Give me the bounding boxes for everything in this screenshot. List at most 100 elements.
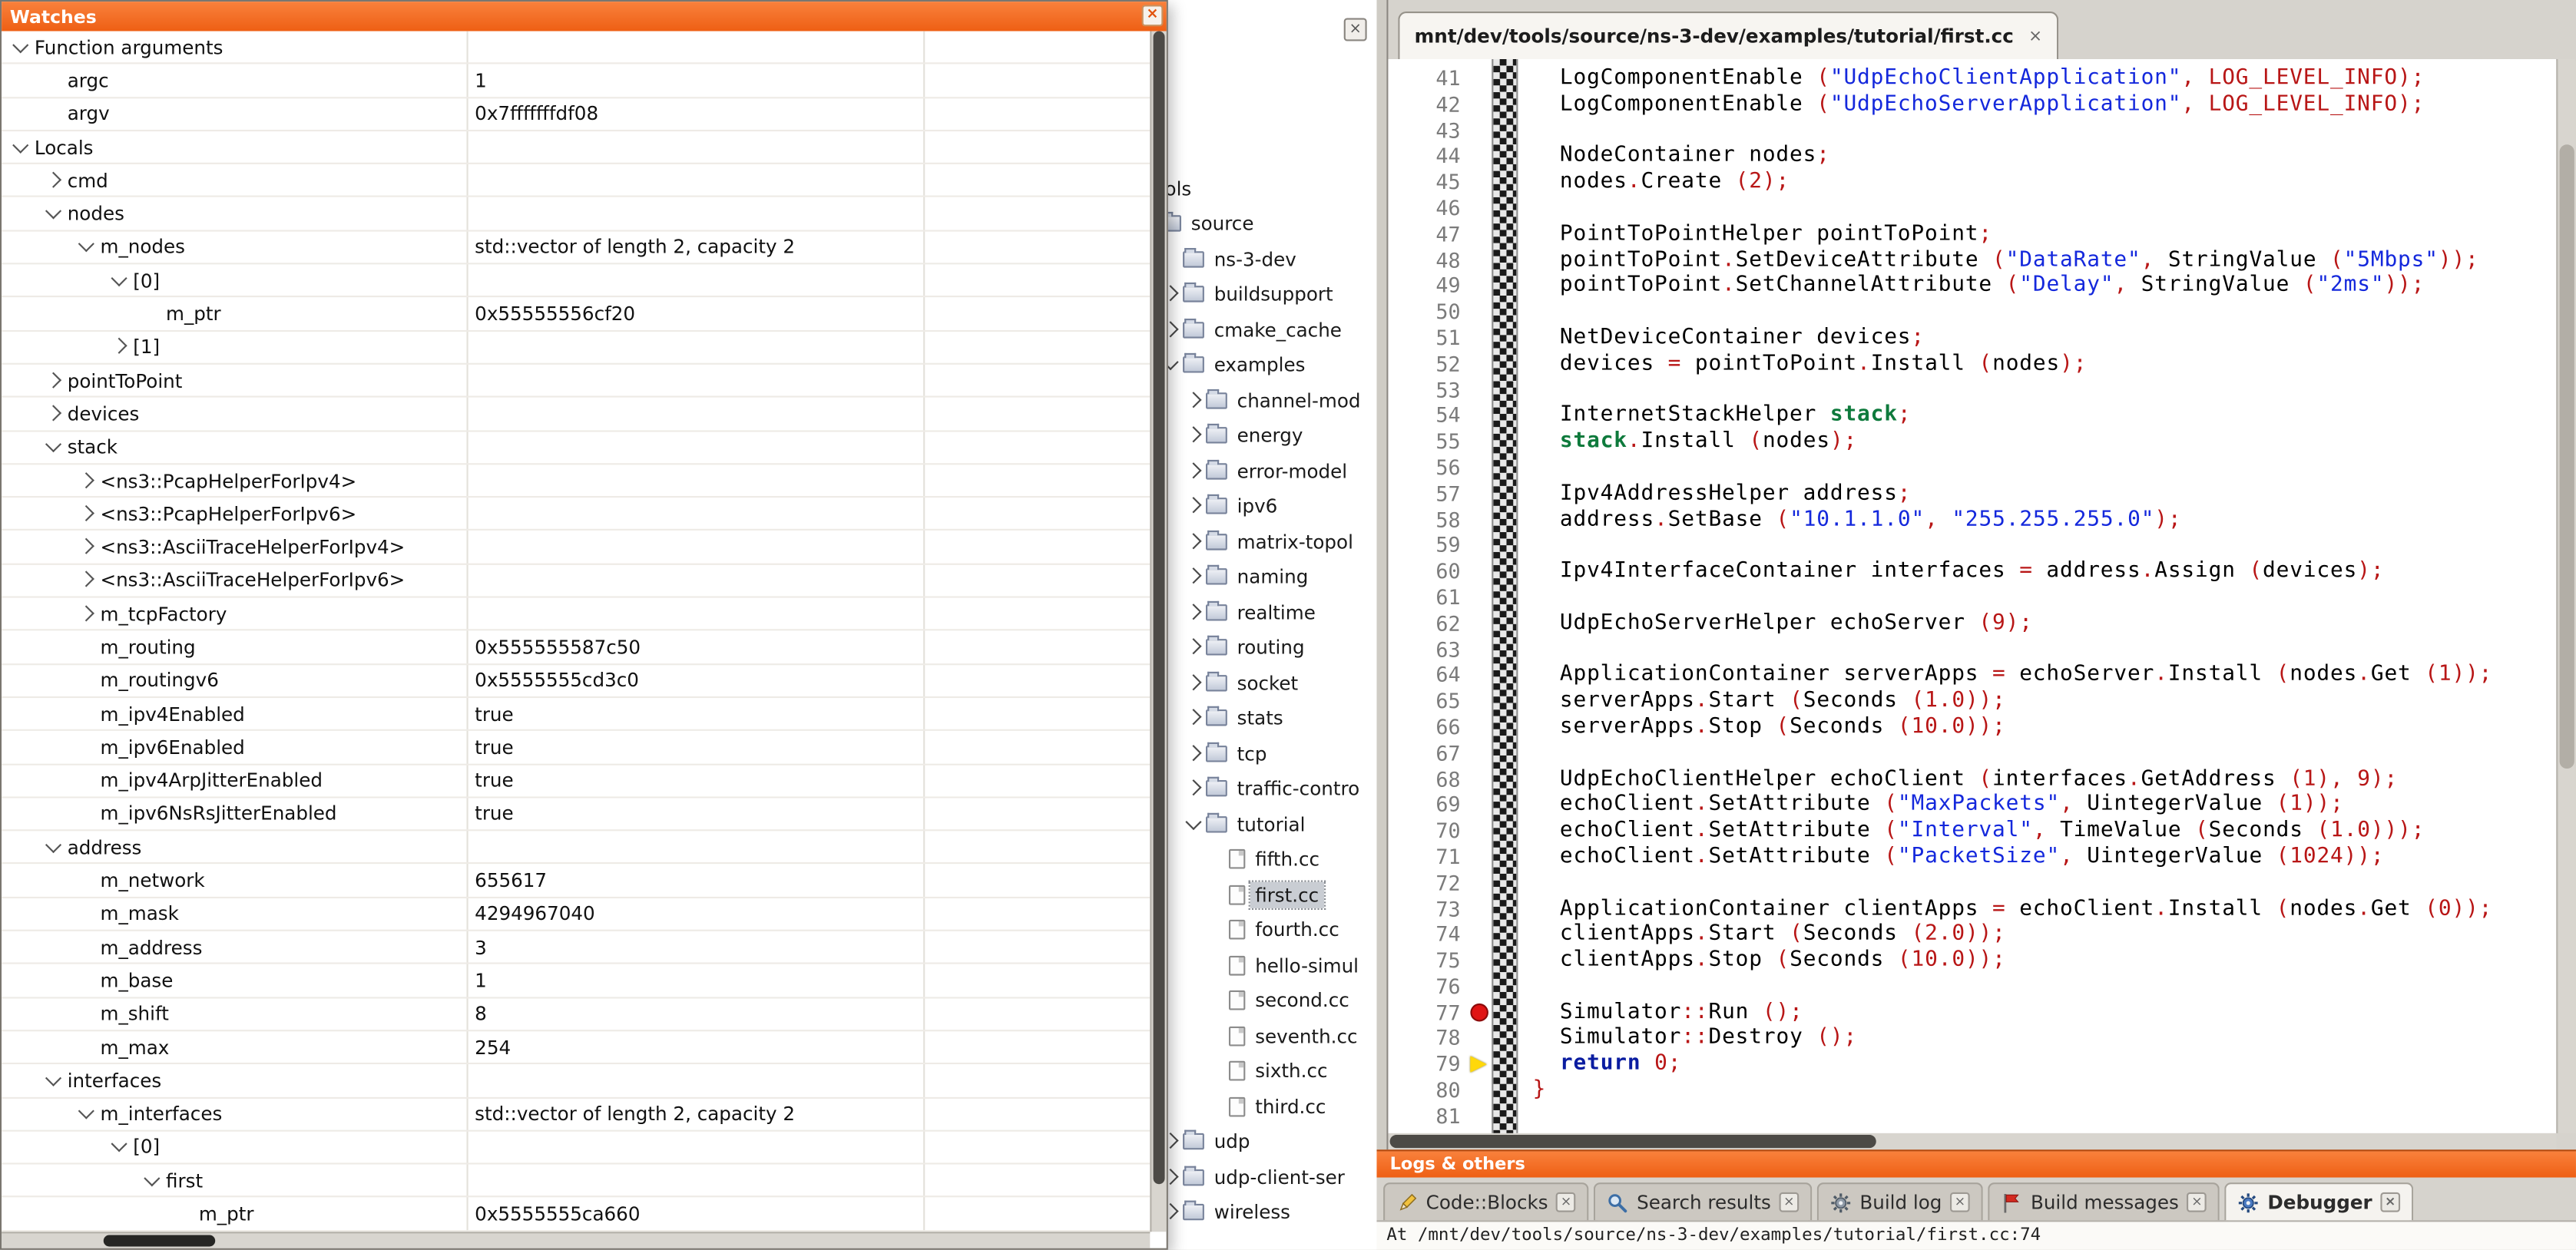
tree-item-ns-3-dev[interactable]: ns-3-dev: [1161, 241, 1376, 276]
watch-row-m-max[interactable]: m_max254: [2, 1031, 1150, 1064]
breakpoint-margin[interactable]: [1468, 351, 1492, 377]
breakpoint-margin[interactable]: [1468, 1103, 1492, 1129]
watch-row-m-network[interactable]: m_network655617: [2, 865, 1150, 898]
code-line[interactable]: 75 clientApps.Stop (Seconds (10.0));: [1388, 947, 2556, 974]
editor-tab-first-cc[interactable]: mnt/dev/tools/source/ns-3-dev/examples/t…: [1398, 12, 2058, 59]
breakpoint-margin[interactable]: [1468, 637, 1492, 663]
tree-item-routing[interactable]: routing: [1184, 630, 1376, 665]
watch-row-devices[interactable]: devices: [2, 398, 1150, 431]
close-icon[interactable]: ×: [1556, 1192, 1576, 1212]
tree-item-stats[interactable]: stats: [1184, 700, 1376, 736]
watch-row-ns3-asciitracehelperforipv4[interactable]: <ns3::AsciiTraceHelperForIpv4>: [2, 531, 1150, 564]
code-line[interactable]: 76: [1388, 974, 2556, 1000]
breakpoint-margin[interactable]: [1468, 818, 1492, 844]
breakpoint-margin[interactable]: [1468, 429, 1492, 455]
tree-item-examples[interactable]: examples: [1161, 347, 1376, 382]
code-line[interactable]: 73 ApplicationContainer clientApps = ech…: [1388, 896, 2556, 922]
watches-titlebar[interactable]: Watches ×: [2, 2, 1167, 31]
code-line[interactable]: 68 UdpEchoClientHelper echoClient (inter…: [1388, 766, 2556, 792]
line-number[interactable]: 47: [1388, 221, 1468, 247]
watch-row-cmd[interactable]: cmd: [2, 164, 1150, 197]
breakpoint-margin[interactable]: [1468, 896, 1492, 922]
breakpoint-margin[interactable]: [1468, 221, 1492, 247]
line-number[interactable]: 51: [1388, 325, 1468, 351]
breakpoint-margin[interactable]: [1468, 247, 1492, 273]
line-number[interactable]: 49: [1388, 273, 1468, 299]
code-line[interactable]: 57 Ipv4AddressHelper address;: [1388, 481, 2556, 507]
scrollbar-handle[interactable]: [1390, 1135, 1876, 1148]
logs-tab-build-messages[interactable]: Build messages×: [1988, 1182, 2220, 1220]
line-number[interactable]: 71: [1388, 844, 1468, 870]
tree-item-traffic-contro[interactable]: traffic-contro: [1184, 771, 1376, 806]
code-line[interactable]: 61: [1388, 584, 2556, 610]
line-number[interactable]: 67: [1388, 740, 1468, 766]
breakpoint-margin[interactable]: [1468, 117, 1492, 144]
chevron-right-icon[interactable]: [1184, 743, 1204, 763]
line-number[interactable]: 41: [1388, 66, 1468, 92]
tree-item-udp[interactable]: udp: [1161, 1124, 1376, 1159]
breakpoint-margin[interactable]: [1468, 1026, 1492, 1052]
tree-item-realtime[interactable]: realtime: [1184, 594, 1376, 630]
line-number[interactable]: 75: [1388, 947, 1468, 974]
code-line[interactable]: 64 ApplicationContainer serverApps = ech…: [1388, 663, 2556, 689]
code-line[interactable]: 51 NetDeviceContainer devices;: [1388, 325, 2556, 351]
tree-item-matrix-topol[interactable]: matrix-topol: [1184, 524, 1376, 559]
tree-item-energy[interactable]: energy: [1184, 418, 1376, 453]
editor-horizontal-scrollbar[interactable]: [1388, 1133, 2556, 1149]
code-line[interactable]: 50: [1388, 299, 2556, 326]
watch-row-m-routing[interactable]: m_routing0x555555587c50: [2, 631, 1150, 664]
code-line[interactable]: 44 NodeContainer nodes;: [1388, 144, 2556, 170]
watch-row-1[interactable]: [1]: [2, 331, 1150, 364]
breakpoint-margin[interactable]: [1468, 584, 1492, 610]
watches-vertical-scrollbar[interactable]: [1150, 31, 1166, 1232]
watch-row-interfaces[interactable]: interfaces: [2, 1065, 1150, 1098]
line-number[interactable]: 55: [1388, 429, 1468, 455]
line-number[interactable]: 43: [1388, 117, 1468, 144]
chevron-down-icon[interactable]: [143, 1171, 163, 1191]
watch-row-m-tcpfactory[interactable]: m_tcpFactory: [2, 598, 1150, 631]
breakpoint-margin[interactable]: [1468, 299, 1492, 326]
code-line[interactable]: 46: [1388, 196, 2556, 222]
code-line[interactable]: 70 echoClient.SetAttribute ("Interval", …: [1388, 818, 2556, 844]
code-line[interactable]: 66 serverApps.Stop (Seconds (10.0));: [1388, 714, 2556, 740]
watch-row-m-mask[interactable]: m_mask4294967040: [2, 898, 1150, 931]
current-line-marker[interactable]: [1468, 1052, 1492, 1078]
scrollbar-handle[interactable]: [1154, 31, 1165, 1184]
breakpoint-margin[interactable]: [1468, 533, 1492, 559]
watch-row-stack[interactable]: stack: [2, 432, 1150, 465]
code-line[interactable]: 47 PointToPointHelper pointToPoint;: [1388, 221, 2556, 247]
tree-item-second-cc[interactable]: second.cc: [1207, 983, 1376, 1018]
line-number[interactable]: 78: [1388, 1026, 1468, 1052]
code-line[interactable]: 42 LogComponentEnable ("UdpEchoServerApp…: [1388, 91, 2556, 117]
watch-row-m-address[interactable]: m_address3: [2, 931, 1150, 964]
tree-item-channel-mod[interactable]: channel-mod: [1184, 382, 1376, 418]
watch-row-m-ipv4enabled[interactable]: m_ipv4Enabledtrue: [2, 698, 1150, 731]
line-number[interactable]: 57: [1388, 481, 1468, 507]
line-number[interactable]: 73: [1388, 896, 1468, 922]
watches-horizontal-scrollbar[interactable]: [2, 1232, 1150, 1248]
watch-row-address[interactable]: address: [2, 832, 1150, 865]
code-line[interactable]: 79 return 0;: [1388, 1052, 2556, 1078]
breakpoint-margin[interactable]: [1468, 1077, 1492, 1103]
code-line[interactable]: 80}: [1388, 1077, 2556, 1103]
watch-row-locals[interactable]: Locals: [2, 131, 1150, 164]
line-number[interactable]: 65: [1388, 689, 1468, 715]
line-number[interactable]: 63: [1388, 637, 1468, 663]
watch-row-0[interactable]: [0]: [2, 265, 1150, 298]
breakpoint-margin[interactable]: [1468, 792, 1492, 818]
code-line[interactable]: 55 stack.Install (nodes);: [1388, 429, 2556, 455]
tree-item-tutorial[interactable]: tutorial: [1184, 806, 1376, 842]
watch-row-m-ptr[interactable]: m_ptr0x55555556cf20: [2, 298, 1150, 331]
breakpoint-margin[interactable]: [1468, 507, 1492, 533]
code-line[interactable]: 62 UdpEchoServerHelper echoServer (9);: [1388, 610, 2556, 637]
line-number[interactable]: 66: [1388, 714, 1468, 740]
chevron-down-icon[interactable]: [110, 1137, 130, 1157]
logs-tab-debugger[interactable]: Debugger×: [2225, 1182, 2413, 1220]
breakpoint-margin[interactable]: [1468, 766, 1492, 792]
tree-item-cmake-cache[interactable]: cmake_cache: [1161, 312, 1376, 347]
line-number[interactable]: 64: [1388, 663, 1468, 689]
code-line[interactable]: 58 address.SetBase ("10.1.1.0", "255.255…: [1388, 507, 2556, 533]
chevron-down-icon[interactable]: [45, 1070, 65, 1090]
code-line[interactable]: 65 serverApps.Start (Seconds (1.0));: [1388, 689, 2556, 715]
chevron-right-icon[interactable]: [1184, 532, 1204, 552]
